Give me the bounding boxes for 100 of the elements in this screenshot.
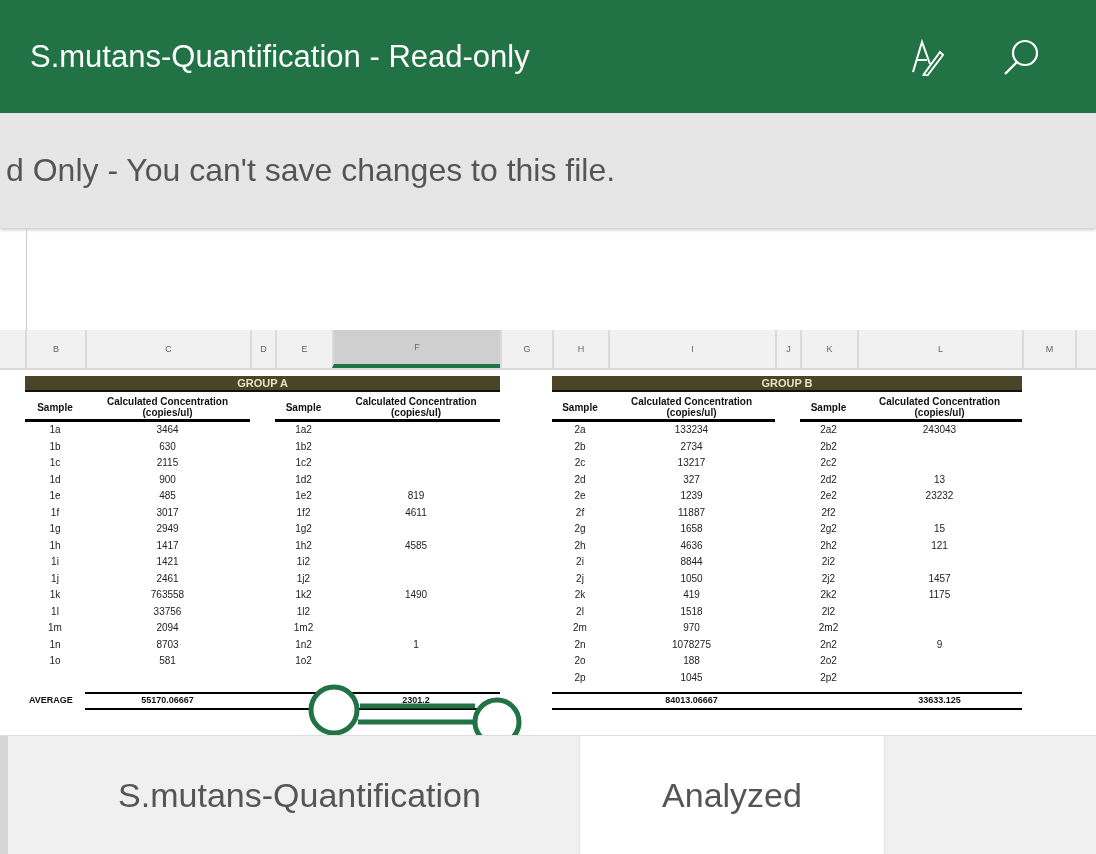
search-icon[interactable] [1002,37,1040,76]
group-header: GROUP B [552,376,1022,392]
table-cell-text: 4611 [404,505,428,520]
table-cell-text: 1f2 [295,505,312,520]
table-cell-text: 188 [682,654,701,668]
table-cell-text: 1f [49,505,61,520]
table-cell-text: 2e2 [819,489,838,503]
table-cell-text: 4636 [679,538,704,553]
table-cell-text: 2c2 [819,456,838,470]
column-header[interactable]: C [85,330,250,368]
table-cell-text: 243043 [921,423,958,437]
table-cell-text: 121 [930,538,949,553]
table-cell-text: 2l2 [820,604,837,619]
table-cell-text: 8703 [155,637,180,652]
table-cell-text: 2n [573,637,587,652]
table-cell-text: 1n [48,637,62,652]
table-cell-text: 581 [158,654,177,668]
table-cell-text: 33756 [152,604,183,619]
table-cell-text: 2k2 [819,588,838,602]
table-cell-text: 1o2 [294,654,313,668]
table-cell-text: 2f2 [820,505,837,520]
table-cell-text: 8844 [679,555,704,569]
table-cell-text: 1b2 [294,439,313,454]
column-header[interactable]: B [25,330,85,368]
table-cell-text: 1490 [403,588,429,602]
column-header[interactable]: K [800,330,857,368]
table-cell-text: 1h [48,538,62,553]
table-cell-text: 327 [682,472,701,487]
table-cell-text: 2a2 [819,423,838,437]
table-cell-text: 2j2 [820,571,837,586]
table-cell-text: 1g [48,522,62,536]
table-cell-text: 2k [573,588,587,602]
table-cell-text: 2h [573,538,587,553]
table-cell-text: 1421 [155,555,180,569]
table-cell-text: 2o [573,654,587,668]
column-heading: Calculated Concentration (copies/ul) [354,395,478,420]
table-cell-text: 1d [48,472,62,487]
group-header: GROUP A [25,376,500,392]
table-cell-text: 2p [573,670,587,685]
table-cell-text: 1d2 [294,472,313,487]
table-cell-text: 1050 [679,571,704,586]
table-cell-text: 23232 [924,489,955,503]
table-cell-text: 1045 [679,670,704,685]
column-header[interactable]: I [608,330,775,368]
sheet-tab[interactable]: Analyzed [580,736,885,854]
table-cell-text: 1j [50,571,60,586]
table-cell-text: 13 [932,472,947,487]
table-cell-text: 2115 [155,456,180,470]
text-pen-icon[interactable] [910,37,944,76]
table-cell-text: 900 [158,472,177,487]
table-cell-text: 1g2 [294,522,313,536]
table-cell-text: 2p2 [819,670,838,685]
table-cell-text: 2g [573,522,587,536]
column-header[interactable]: G [500,330,552,368]
table-cell-text: 2d [573,472,587,487]
table-cell-text: 2i2 [820,555,837,569]
table-cell-text: 1c2 [294,456,313,470]
column-header[interactable]: F [332,330,500,368]
column-header[interactable]: H [552,330,608,368]
table-cell-text: 1n2 [294,637,313,652]
table-cell-text: 2e [573,489,587,503]
table-cell-text: 3017 [155,505,180,520]
table-cell-text: 1j2 [295,571,312,586]
table-cell-text: 1i [50,555,60,569]
table-cell-text: 419 [682,588,701,602]
table-cell-text: 15 [932,522,947,536]
table-cell-text: 1c [48,456,62,470]
table-cell-text: 2d2 [819,472,838,487]
average-value: 84013.06667 [664,694,719,707]
table-cell-text: 2461 [155,571,180,586]
table-cell-text: 630 [158,439,177,454]
window-title: S.mutans-Quantification - Read-only [30,38,531,75]
column-header[interactable]: D [250,330,275,368]
table-cell-text: 1a [48,423,62,437]
column-header[interactable]: M [1022,330,1075,368]
table-cell-text: 1l2 [295,604,312,619]
average-value: 33633.125 [917,694,962,707]
table-cell-text: 2f [574,505,586,520]
table-cell-text: 2094 [155,621,180,635]
average-label: AVERAGE [28,694,74,707]
table-cell-text: 1417 [155,538,180,553]
table-cell-text: 819 [406,489,426,503]
table-cell-text: 1a2 [294,423,313,437]
table-cell-text: 1e2 [294,489,313,503]
column-header[interactable]: J [775,330,800,368]
table-cell-text: 2i [575,555,585,569]
table-cell-text: 2m2 [817,621,840,635]
table-cell-text: 1658 [679,522,704,536]
column-heading: Calculated Concentration (copies/ul) [877,395,1002,420]
table-cell-text: 4585 [403,538,429,553]
table-cell-text: 1457 [927,571,952,586]
table-cell-text: 1m2 [292,621,315,635]
column-heading: Sample [809,400,848,415]
column-header[interactable]: L [857,330,1022,368]
read-only-message: d Only - You can't save changes to this file. [6,152,616,189]
table-cell-text: 2l [575,604,585,619]
table-cell-text: 1518 [679,604,704,619]
table-cell-text: 1e [48,489,62,503]
table-cell-text: 11887 [676,505,707,520]
table-cell-text: 1078275 [671,637,712,652]
